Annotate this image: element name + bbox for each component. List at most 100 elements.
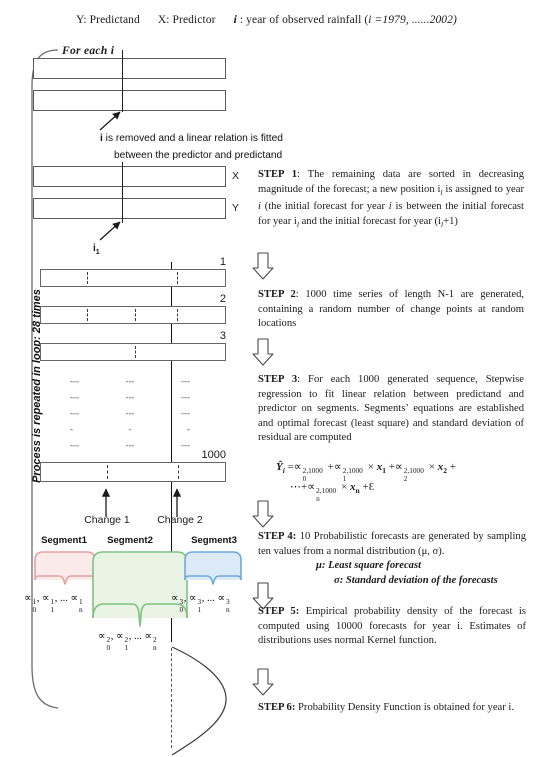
step6-text: STEP 6: Probability Density Function is …: [258, 701, 526, 716]
generated-series-row: [40, 306, 226, 324]
ellipsis-dot: -: [187, 424, 190, 434]
ellipsis-dot: ---: [70, 440, 79, 450]
diagram-canvas: Y: Predictand X: Predictor i : year of obs…: [0, 0, 533, 756]
eq-dots: ⋯: [290, 481, 301, 494]
segment-label-3: Segment3: [191, 535, 237, 546]
series-row-number: 1000: [201, 449, 226, 461]
step2-body: : 1000 time series of length N-1 are gen…: [258, 289, 525, 330]
eq-lhs: Ŷ: [276, 461, 283, 473]
ellipsis-dot: ---: [125, 440, 135, 450]
step1-text: STEP 1: The remaining data are sorted in…: [258, 168, 524, 233]
step4-body: 10 Probabilistic forecasts are generated…: [258, 531, 526, 557]
generated-series-row: [40, 343, 226, 361]
removal-caption: i is removed and a linear relation is fi…: [100, 130, 400, 164]
eq-x2-sub: 2: [443, 466, 447, 476]
index-range: i =1979, ......2002): [368, 14, 457, 26]
eq-epsilon: Ɛ: [368, 481, 375, 494]
step2-text: STEP 2: 1000 time series of length N-1 a…: [258, 288, 524, 332]
pdf-bell-curve: [171, 646, 227, 756]
predictor-legend: X: Predictor: [157, 14, 216, 26]
eq-times-2: ×: [428, 461, 435, 473]
index-description: : year of observed rainfall (: [236, 14, 369, 26]
change-point-marker: [177, 309, 178, 321]
step1-body-b: is assigned to year: [442, 183, 524, 195]
ellipsis-dot: ---: [125, 392, 135, 402]
series-row-number: 1: [219, 256, 226, 268]
ellipsis-dot: ---: [125, 376, 135, 386]
ellipsis-dot: ---: [70, 376, 79, 386]
step4-label: STEP 4:: [258, 531, 297, 542]
step4-mu-line: μ: Least square forecast: [316, 560, 422, 572]
step5-text: STEP 5: Empirical probability density of…: [258, 605, 526, 649]
segment2-coefficients: ∝ 0 2 , ∝ 1 2 , ... ∝ n 2: [98, 631, 157, 652]
change-point-marker: [177, 272, 178, 284]
predictand-legend: Y: Predictand: [76, 14, 140, 26]
page-title: Y: Predictand X: Predictor i : year of obs…: [0, 14, 533, 26]
step2-label: STEP 2: [258, 289, 296, 300]
change-point-marker: [107, 465, 108, 479]
ellipsis-dot: ---: [125, 408, 135, 418]
down-arrow-icon-1: [252, 252, 274, 280]
change-point-marker: [87, 309, 88, 321]
i1-arrow-icon: [99, 221, 121, 241]
ellipsis-dot: ---: [70, 408, 79, 418]
change2-label: Change 2: [157, 514, 203, 526]
ellipsis-dot: ---: [181, 408, 190, 418]
step1-body-f: +1): [443, 215, 458, 227]
i1-label: i1: [93, 243, 100, 256]
step4-text: STEP 4: 10 Probabilistic forecasts are g…: [258, 530, 526, 588]
predictor-bar: [33, 166, 226, 187]
series-row-number: 3: [219, 330, 226, 342]
y-axis-label: Y: [232, 202, 240, 214]
generated-series-row-last: [40, 462, 226, 482]
step5-label: STEP 5:: [258, 606, 300, 617]
forecast-equation: Ŷi =∝ 2,1000 0 +∝ 2,1000 1 × x1 +∝ 2,1000 2 × x2 …: [276, 461, 456, 504]
step3-text: STEP 3: For each 1000 generated sequence…: [258, 373, 524, 446]
eq-equals: =: [287, 461, 294, 473]
down-arrow-icon-5: [252, 668, 274, 696]
eq-plus-1: +: [327, 461, 334, 473]
eq-plus-3: +: [449, 461, 456, 473]
down-arrow-icon-3: [252, 500, 274, 528]
ellipsis-dot: ---: [181, 392, 190, 402]
step5-body: Empirical probability density of the for…: [258, 606, 526, 647]
eq-lhs-sub: i: [282, 466, 285, 476]
ellipsis-dot: -: [70, 424, 73, 434]
step3-body: : For each 1000 generated sequence, Step…: [258, 374, 524, 444]
step6-body: Probability Density Function is obtained…: [295, 702, 515, 713]
sample-removal-line: [122, 50, 124, 112]
down-arrow-icon-2: [252, 338, 274, 366]
step1-body-e: and the initial forecast for year (i: [298, 215, 441, 227]
step1-label: STEP 1: [258, 169, 298, 180]
change-point-marker: [178, 465, 179, 479]
step6-label: STEP 6:: [258, 702, 296, 713]
segment3-coefficients: ∝ 0 3 , ∝ 1 3 , ... ∝ n 3: [171, 593, 230, 614]
segment1-coefficients: ∝ 0 1 , ∝ 1 1 , ... ∝ n 1: [24, 593, 83, 614]
change-point-marker: [135, 309, 136, 321]
step4-sigma-line: σ: Standard deviation of the forecasts: [334, 574, 498, 586]
eq-x1-sub: 1: [382, 466, 386, 476]
generated-series-row: [40, 269, 226, 287]
i1-label-sub: 1: [95, 249, 100, 256]
ellipsis-dot: -: [128, 424, 132, 434]
ellipsis-dot: ---: [181, 440, 190, 450]
eq-xn-sub: n: [355, 486, 360, 496]
eq-times-1: ×: [367, 461, 374, 473]
step1-body-c: (the initial forecast for year: [260, 201, 389, 213]
ellipsis-dot: ---: [70, 392, 79, 402]
segment-brace-2: [92, 551, 188, 627]
predictand-bar: [33, 198, 226, 219]
segment-label-2: Segment2: [107, 535, 153, 546]
ellipsis-dot: ---: [181, 376, 190, 386]
segment-brace-3: [184, 551, 242, 585]
change-point-marker: [87, 272, 88, 284]
series-row-number: 2: [219, 293, 226, 305]
x-axis-label: X: [232, 170, 240, 182]
xy-split-line: [122, 162, 124, 223]
for-each-label: For each i: [62, 45, 115, 57]
series-ellipsis-grid: --- --- --- --- --- --- --- --- --- --- --- ---…: [70, 376, 190, 456]
change-point-marker: [135, 346, 136, 358]
removal-caption-line2: between the predictor and predictand: [114, 150, 283, 161]
segment-brace-1: [34, 551, 96, 585]
eq-plus-2: +: [388, 461, 395, 473]
